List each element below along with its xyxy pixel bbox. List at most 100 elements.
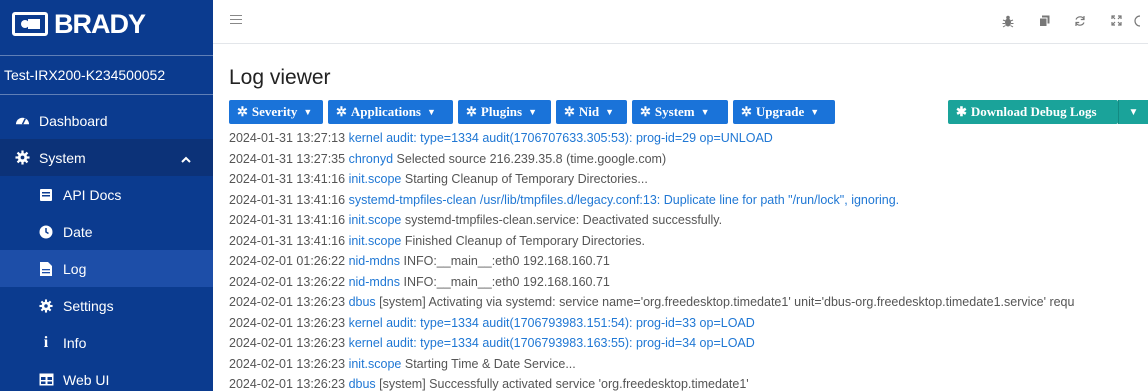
log-source-link[interactable]: init.scope	[349, 234, 402, 248]
device-name: Test-IRX200-K234500052	[0, 55, 213, 95]
log-timestamp: 2024-01-31 13:27:35	[229, 151, 346, 166]
plugins-filter-button[interactable]: ✲ Plugins ▼	[458, 100, 551, 124]
log-source-link[interactable]: init.scope	[349, 172, 402, 186]
log-list: 2024-01-31 13:27:13 kernel audit: type=1…	[229, 128, 1148, 391]
log-line: 2024-01-31 13:41:16 init.scope Finished …	[229, 231, 1148, 252]
refresh-icon[interactable]	[1062, 15, 1098, 28]
log-line: 2024-02-01 13:26:23 dbus [system] Activa…	[229, 292, 1148, 313]
log-source-link[interactable]: chronyd	[349, 152, 393, 166]
sidebar-nav: Dashboard System API Docs Date Log Setti…	[0, 102, 213, 391]
main-content: Log viewer ✲ Severity ▼ ✲ Applications ▼ ✲ Pl…	[213, 0, 1148, 391]
log-source-link[interactable]: kernel	[349, 131, 383, 145]
brand-logo[interactable]: BRADY	[0, 0, 213, 48]
gear-icon	[38, 298, 54, 314]
sidebar-item-label: Dashboard	[39, 112, 108, 129]
sidebar-item-info[interactable]: i Info	[0, 324, 213, 361]
log-line: 2024-01-31 13:41:16 systemd-tmpfiles-cle…	[229, 190, 1148, 211]
sidebar-item-date[interactable]: Date	[0, 213, 213, 250]
log-timestamp: 2024-02-01 13:26:23	[229, 315, 346, 330]
log-timestamp: 2024-01-31 13:41:16	[229, 233, 346, 248]
caret-down-icon: ▼	[1128, 106, 1139, 118]
log-message: systemd-tmpfiles-clean.service: Deactiva…	[404, 213, 723, 227]
copy-icon[interactable]	[1026, 15, 1062, 28]
menu-toggle-icon[interactable]	[230, 15, 242, 25]
gear-icon: ✲	[336, 104, 347, 119]
sidebar-item-label: Settings	[63, 297, 114, 314]
brand-name: BRADY	[54, 8, 146, 39]
sidebar-item-log[interactable]: Log	[0, 250, 213, 287]
log-message[interactable]: /usr/lib/tmpfiles.d/legacy.conf:13: Dupl…	[480, 193, 899, 207]
page-title: Log viewer	[229, 66, 331, 89]
sidebar-item-label: Date	[63, 223, 93, 240]
gear-icon: ✲	[640, 104, 651, 119]
sidebar-item-dashboard[interactable]: Dashboard	[0, 102, 213, 139]
log-line: 2024-02-01 01:26:22 nid-mdns INFO:__main…	[229, 251, 1148, 272]
log-source-link[interactable]: systemd-tmpfiles-clean	[349, 193, 477, 207]
log-message: [system] Activating via systemd: service…	[379, 295, 1075, 309]
log-source-link[interactable]: kernel	[349, 336, 383, 350]
log-message[interactable]: audit: type=1334 audit(1706707633.305:53…	[386, 131, 773, 145]
log-timestamp: 2024-02-01 01:26:22	[229, 254, 346, 268]
caret-down-icon: ▼	[528, 107, 538, 117]
sidebar-item-label: Info	[63, 334, 87, 351]
sidebar-item-web-ui[interactable]: Web UI	[0, 361, 213, 391]
download-options-dropdown[interactable]: ▼	[1118, 100, 1148, 124]
log-message: INFO:__main__:eth0 192.168.160.71	[403, 274, 610, 289]
gear-icon: ✲	[237, 104, 248, 119]
gear-icon	[14, 150, 30, 166]
sidebar-item-settings[interactable]: Settings	[0, 287, 213, 324]
log-timestamp: 2024-01-31 13:41:16	[229, 192, 346, 207]
log-source-link[interactable]: kernel	[349, 316, 383, 330]
book-icon	[38, 187, 54, 203]
log-timestamp: 2024-01-31 13:41:16	[229, 213, 346, 227]
log-message[interactable]: audit: type=1334 audit(1706793983.151:54…	[386, 316, 755, 330]
nid-filter-button[interactable]: ✲ Nid ▼	[556, 100, 627, 124]
log-source-link[interactable]: nid-mdns	[349, 275, 400, 289]
log-timestamp: 2024-02-01 13:26:22	[229, 274, 346, 289]
log-source-link[interactable]: dbus	[349, 295, 376, 309]
sidebar-item-label: Web UI	[63, 371, 110, 388]
caret-down-icon: ▼	[700, 107, 710, 117]
log-source-link[interactable]: dbus	[349, 377, 376, 391]
log-source-link[interactable]: init.scope	[349, 213, 402, 227]
log-timestamp: 2024-02-01 13:26:23	[229, 336, 346, 350]
log-message: Starting Cleanup of Temporary Directorie…	[404, 172, 648, 186]
log-message: Selected source 216.239.35.8 (time.googl…	[396, 151, 667, 166]
system-filter-button[interactable]: ✲ System ▼	[632, 100, 728, 124]
sidebar: BRADY Test-IRX200-K234500052 Dashboard S…	[0, 0, 213, 391]
debug-icon[interactable]	[990, 15, 1026, 28]
log-line: 2024-01-31 13:41:16 init.scope Starting …	[229, 169, 1148, 190]
severity-filter-button[interactable]: ✲ Severity ▼	[229, 100, 323, 124]
log-line: 2024-02-01 13:26:23 kernel audit: type=1…	[229, 333, 1148, 354]
gear-icon: ✲	[564, 104, 575, 119]
log-timestamp: 2024-02-01 13:26:23	[229, 295, 346, 309]
log-timestamp: 2024-01-31 13:41:16	[229, 172, 346, 186]
sidebar-item-label: System	[39, 149, 86, 166]
brady-logo-icon	[12, 12, 48, 36]
sidebar-item-api-docs[interactable]: API Docs	[0, 176, 213, 213]
download-debug-logs-button[interactable]: ✱ Download Debug Logs	[948, 100, 1118, 124]
log-message[interactable]: audit: type=1334 audit(1706793983.163:55…	[386, 336, 755, 350]
user-icon[interactable]	[1134, 15, 1148, 28]
clock-icon	[38, 224, 54, 240]
bug-icon: ✱	[956, 104, 967, 119]
dashboard-icon	[14, 113, 30, 129]
caret-down-icon: ▼	[605, 107, 615, 117]
log-source-link[interactable]: init.scope	[349, 357, 402, 371]
log-line: 2024-01-31 13:27:13 kernel audit: type=1…	[229, 128, 1148, 149]
gear-icon: ✲	[466, 104, 477, 119]
applications-filter-button[interactable]: ✲ Applications ▼	[328, 100, 453, 124]
fullscreen-icon[interactable]	[1098, 15, 1134, 28]
upgrade-filter-button[interactable]: ✲ Upgrade ▼	[733, 100, 835, 124]
log-source-link[interactable]: nid-mdns	[349, 254, 400, 268]
sidebar-item-system[interactable]: System	[0, 139, 213, 176]
log-line: 2024-02-01 13:26:22 nid-mdns INFO:__main…	[229, 272, 1148, 293]
top-bar	[213, 0, 1148, 44]
file-icon	[38, 261, 54, 277]
log-line: 2024-01-31 13:41:16 init.scope systemd-t…	[229, 210, 1148, 231]
log-message: INFO:__main__:eth0 192.168.160.71	[403, 254, 610, 268]
caret-down-icon: ▼	[426, 107, 436, 117]
log-line: 2024-02-01 13:26:23 kernel audit: type=1…	[229, 313, 1148, 334]
log-timestamp: 2024-02-01 13:26:23	[229, 356, 346, 371]
log-message: [system] Successfully activated service …	[379, 377, 749, 391]
